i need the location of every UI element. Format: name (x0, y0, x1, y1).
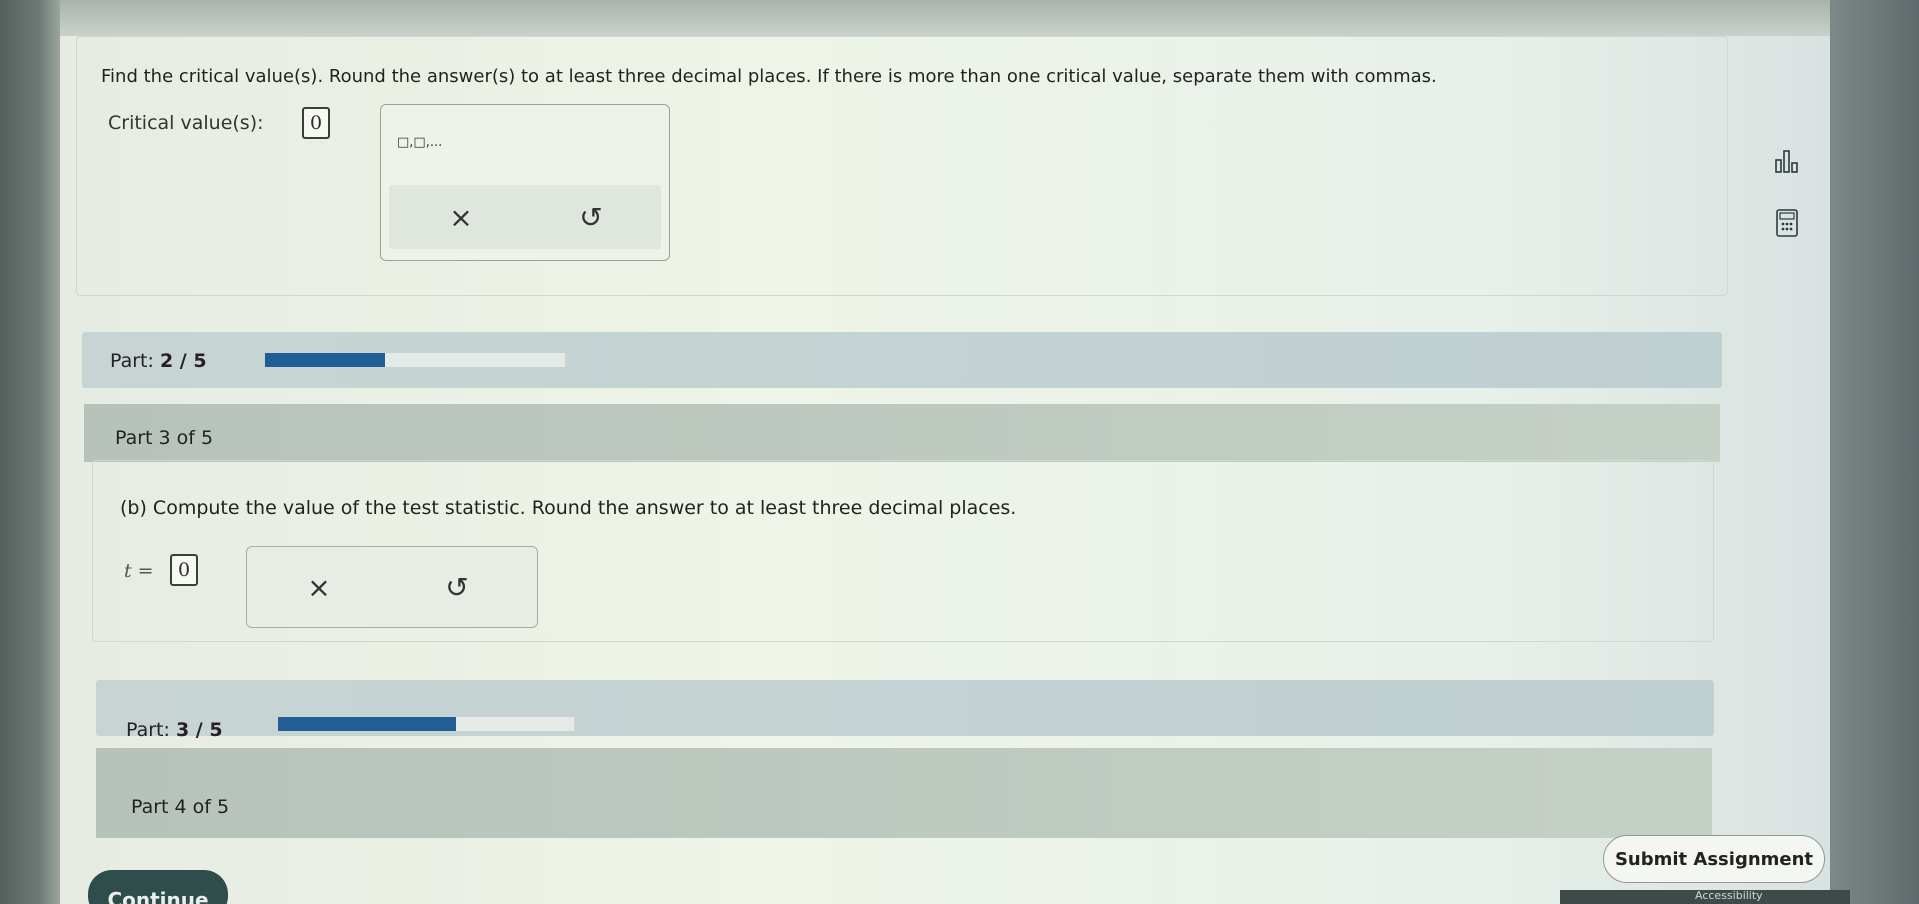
progress-bar-fill-1 (265, 353, 385, 367)
part3-header (84, 404, 1720, 462)
part4-title: Part 4 of 5 (131, 796, 230, 818)
chart-icon-graphic (1775, 150, 1798, 173)
calculator-icon-graphic (1776, 209, 1798, 237)
progress-bar-fill-2 (278, 717, 456, 731)
clear-icon[interactable]: × (269, 555, 369, 619)
part3-prompt: (b) Compute the value of the test statis… (120, 497, 1017, 519)
chart-icon[interactable] (1770, 144, 1804, 178)
part4-header (96, 748, 1712, 838)
answer-popup: □,□,... × ↺ (380, 104, 670, 261)
popup-toolbar: × ↺ (389, 185, 661, 249)
undo-icon[interactable]: ↺ (541, 185, 641, 249)
progress-value: 2 / 5 (159, 350, 207, 372)
top-bar (60, 0, 1830, 36)
t-statistic-input[interactable]: 0 (170, 554, 198, 586)
part3-title: Part 3 of 5 (115, 427, 214, 449)
continue-button[interactable]: Continue (88, 870, 228, 904)
clear-icon[interactable]: × (411, 185, 511, 249)
part3-toolbar: × ↺ (246, 546, 538, 628)
progress-label-1: Part: 2 / 5 (110, 350, 207, 372)
submit-assignment-button[interactable]: Submit Assignment (1603, 835, 1825, 883)
calculator-icon[interactable] (1770, 206, 1804, 240)
progress-prefix: Part: (126, 719, 170, 741)
progress-prefix: Part: (110, 350, 154, 372)
t-statistic-label: t = (124, 560, 154, 582)
critical-value-label: Critical value(s): (108, 112, 264, 134)
progress-label-2: Part: 3 / 5 (126, 719, 223, 741)
critical-value-input[interactable]: 0 (302, 107, 330, 139)
question-instruction: Find the critical value(s). Round the an… (101, 66, 1437, 87)
list-template-button[interactable]: □,□,... (397, 135, 442, 150)
progress-value: 3 / 5 (175, 719, 223, 741)
progress-bar-1 (264, 352, 566, 368)
accessibility-link[interactable]: Accessibility (1695, 889, 1763, 902)
undo-icon[interactable]: ↺ (407, 555, 507, 619)
progress-bar-2 (277, 716, 575, 732)
